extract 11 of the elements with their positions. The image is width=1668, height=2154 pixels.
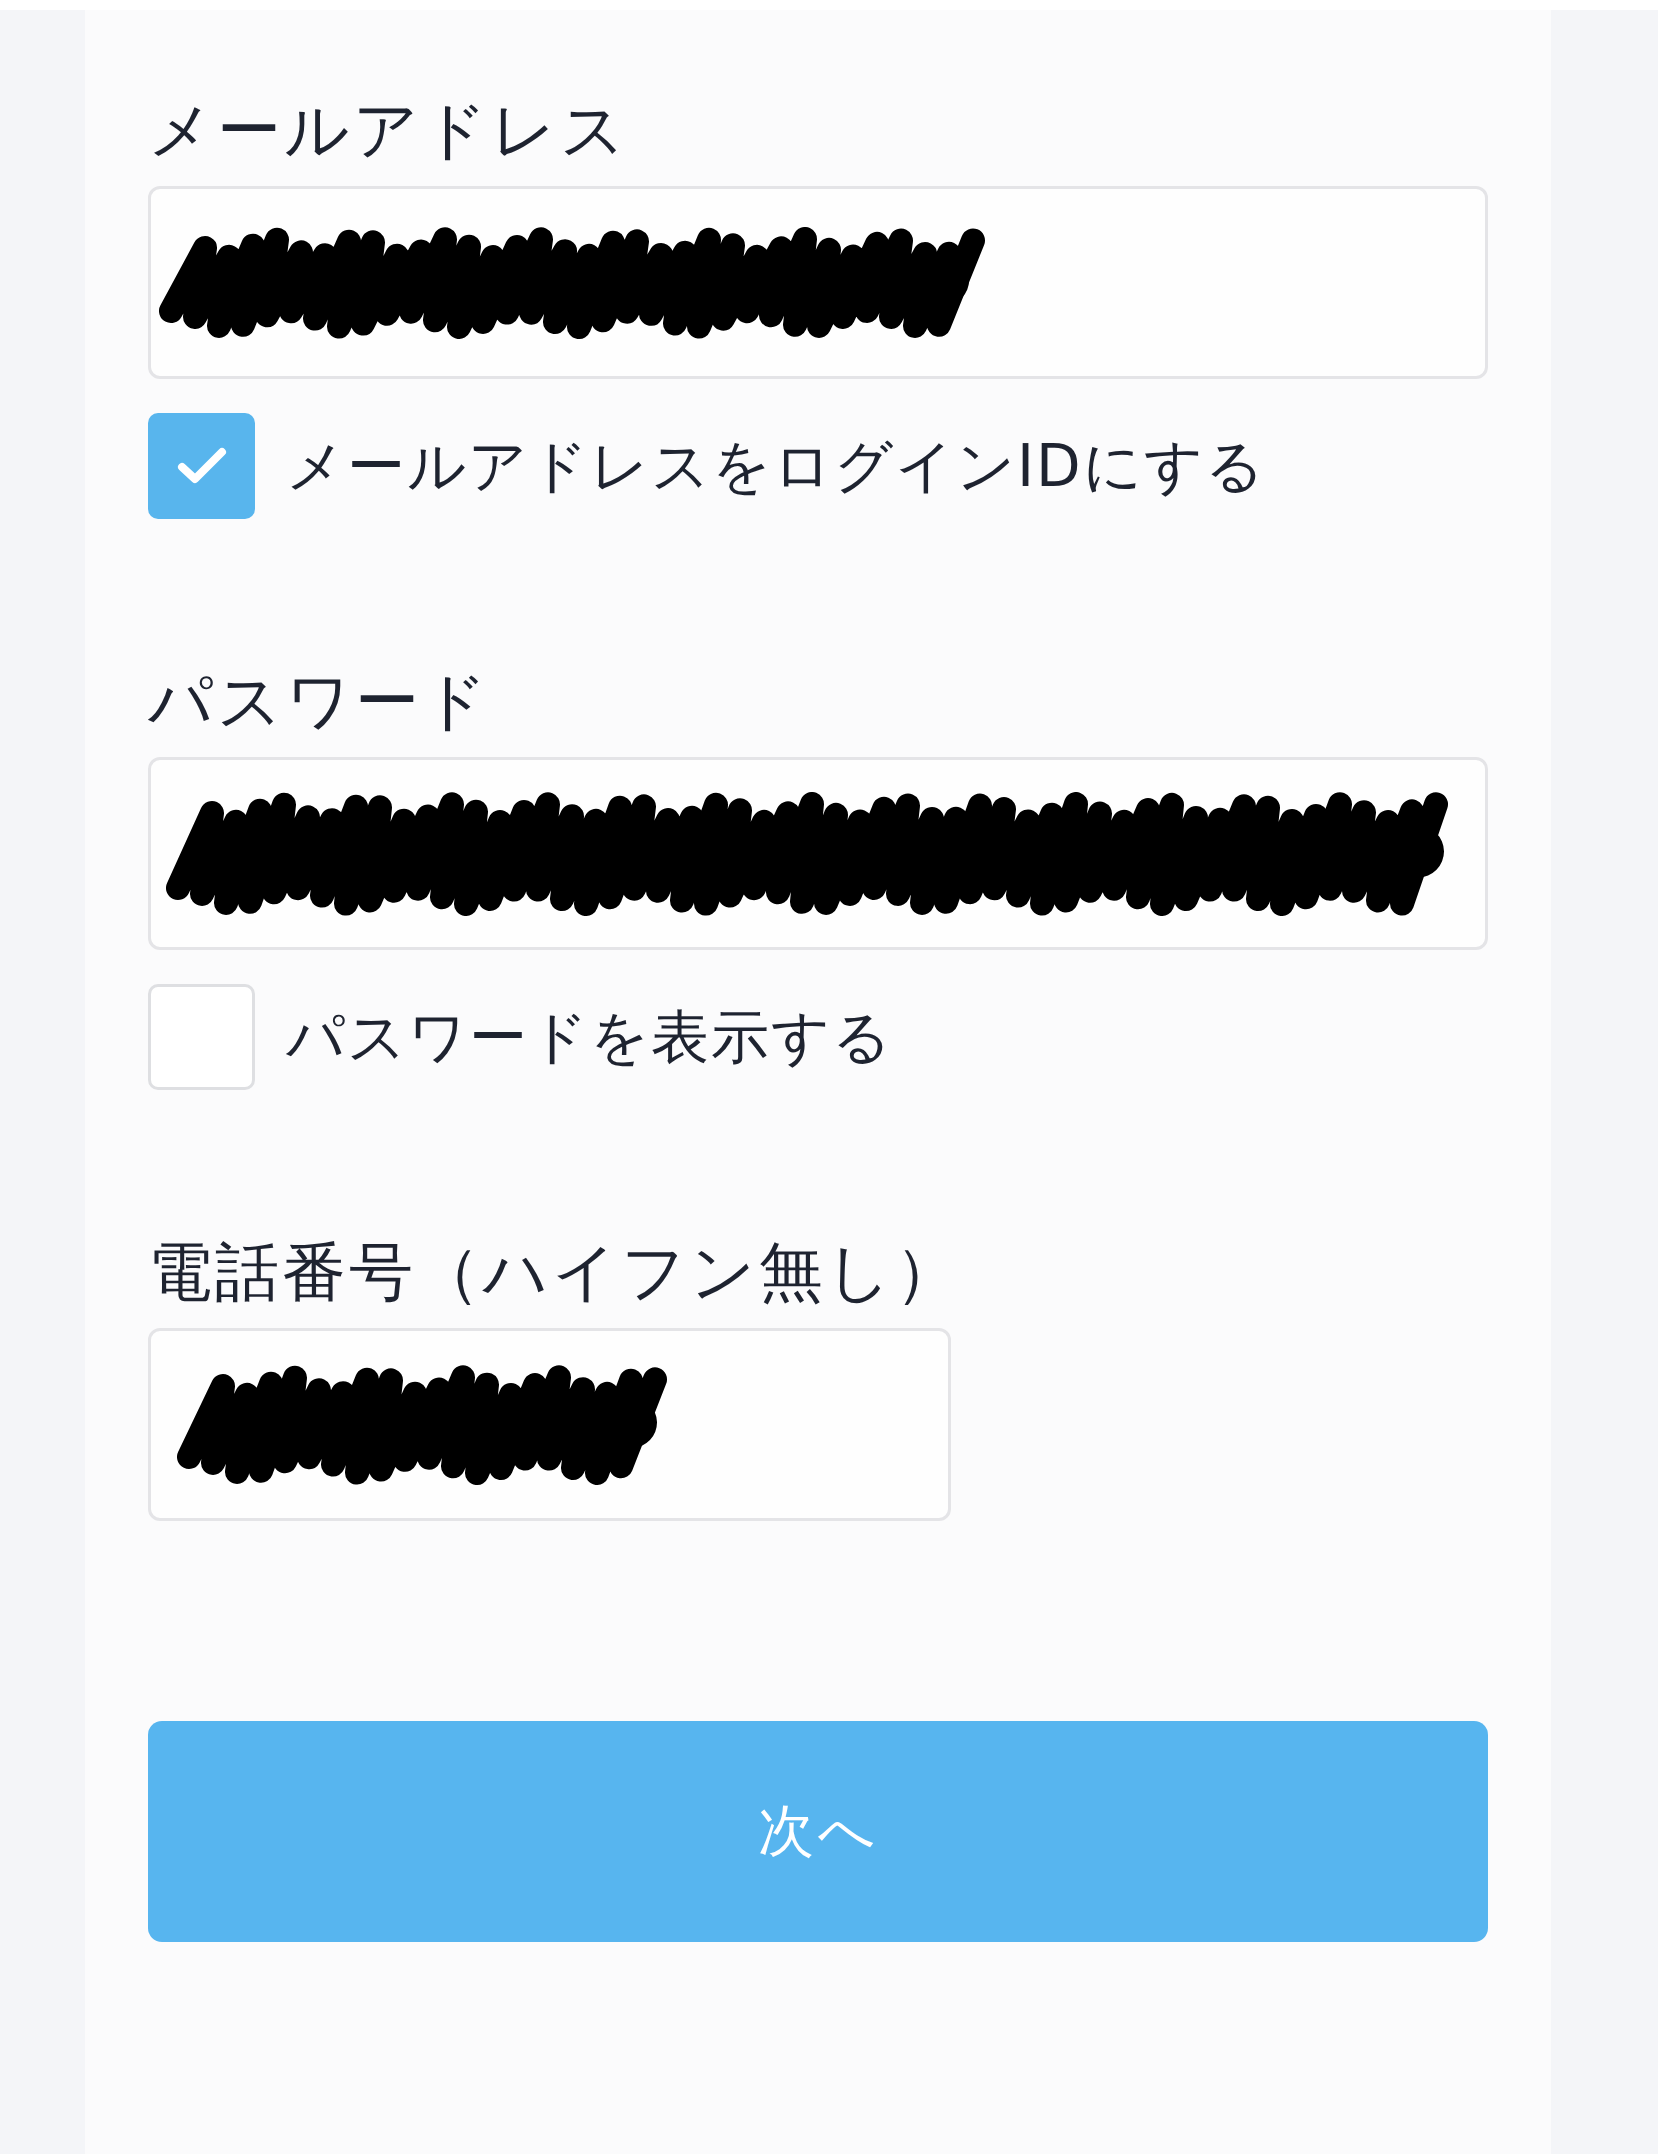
- checkbox-label[interactable]: パスワードを表示する: [286, 1001, 893, 1073]
- field-label: メールアドレス: [148, 92, 629, 169]
- input-field[interactable]: [148, 186, 1488, 379]
- checkbox-label[interactable]: メールアドレスをログインIDにする: [286, 430, 1266, 502]
- input-field[interactable]: [148, 757, 1488, 950]
- input-field[interactable]: [148, 1328, 951, 1521]
- checkbox[interactable]: [148, 413, 255, 519]
- checkbox[interactable]: [148, 984, 255, 1090]
- checkmark-icon: [176, 447, 227, 485]
- field-label: 電話番号（ハイフン無し）: [148, 1234, 962, 1311]
- field-label: パスワード: [148, 663, 491, 740]
